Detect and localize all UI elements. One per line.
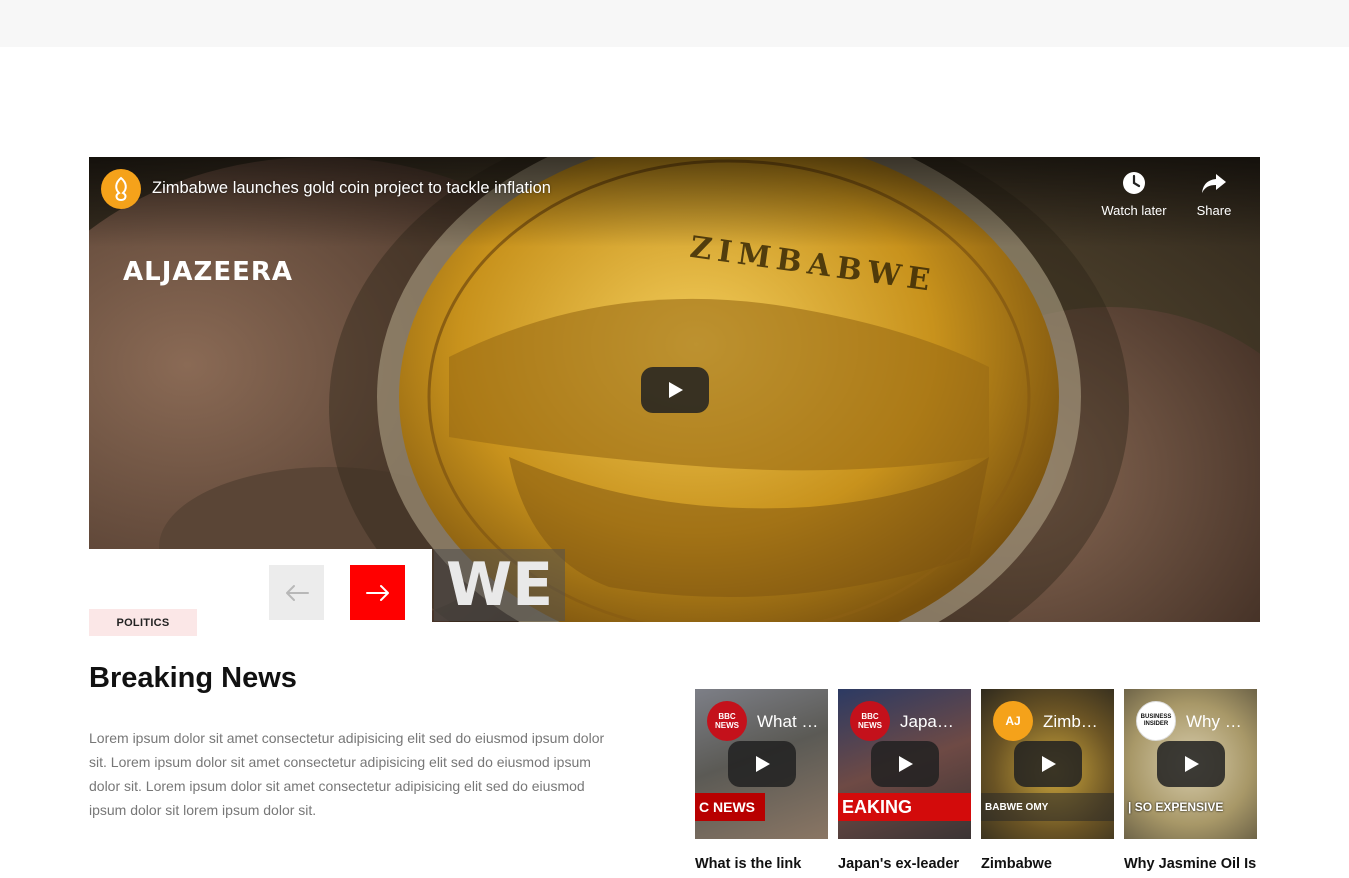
thumbnail-title: Japa… (900, 712, 954, 731)
thumbnail-title: Why … (1186, 712, 1242, 731)
play-icon (899, 756, 913, 772)
watch-later-button[interactable]: Watch later (1089, 169, 1179, 218)
video-thumbnail[interactable]: AJ Zimb… BABWE OMY (981, 689, 1114, 839)
article-body: Lorem ipsum dolor sit amet consectetur a… (89, 730, 605, 818)
watch-later-label: Watch later (1101, 203, 1167, 218)
share-button[interactable]: Share (1169, 169, 1259, 218)
thumbnail-strip-text: | SO EXPENSIVE (1128, 800, 1224, 814)
video-thumbnail[interactable]: BBC NEWS What … C NEWS (695, 689, 828, 839)
thumbnail-play-button[interactable] (1014, 741, 1082, 787)
thumbnail-play-button[interactable] (728, 741, 796, 787)
channel-watermark: ALJAZEERA (123, 257, 294, 287)
arrow-left-icon (285, 584, 309, 601)
thumbnail-caption[interactable]: Why Jasmine Oil Is (1124, 856, 1264, 872)
share-icon (1202, 174, 1226, 193)
play-icon (756, 756, 770, 772)
article-headline: Breaking News (89, 662, 297, 694)
next-slide-button[interactable] (350, 565, 405, 620)
clock-icon (1123, 172, 1145, 194)
play-button[interactable] (641, 367, 709, 413)
bbc-news-badge: BBC NEWS (707, 701, 747, 741)
share-label: Share (1196, 203, 1232, 218)
lower-third-caption: WE (434, 549, 566, 621)
bbc-news-badge: BBC NEWS (850, 701, 890, 741)
play-icon (1042, 756, 1056, 772)
title-overlay (89, 157, 1260, 247)
business-insider-badge: BUSINESS INSIDER (1136, 701, 1176, 741)
thumbnail-strip-text: EAKING (838, 793, 971, 821)
thumbnail-strip-text: C NEWS (695, 793, 765, 821)
channel-avatar-icon[interactable] (101, 169, 141, 209)
category-badge[interactable]: POLITICS (89, 609, 197, 636)
thumbnail-title: Zimb… (1043, 712, 1098, 731)
thumbnail-strip-text: BABWE OMY (981, 793, 1114, 821)
thumbnail-caption[interactable]: Japan's ex-leader (838, 856, 978, 872)
video-thumbnail[interactable]: BUSINESS INSIDER Why … | SO EXPENSIVE (1124, 689, 1257, 839)
thumbnail-caption[interactable]: What is the link (695, 856, 835, 872)
thumbnail-title: What … (757, 712, 819, 731)
aljazeera-badge: AJ (993, 701, 1033, 741)
play-icon (1185, 756, 1199, 772)
thumbnail-caption[interactable]: Zimbabwe (981, 856, 1121, 872)
video-thumbnail[interactable]: BBC NEWS Japa… EAKING (838, 689, 971, 839)
video-title[interactable]: Zimbabwe launches gold coin project to t… (152, 179, 551, 198)
arrow-right-icon (365, 584, 389, 601)
play-icon (669, 382, 683, 398)
thumbnail-play-button[interactable] (871, 741, 939, 787)
thumbnail-play-button[interactable] (1157, 741, 1225, 787)
previous-slide-button[interactable] (269, 565, 324, 620)
top-bar (0, 0, 1349, 47)
